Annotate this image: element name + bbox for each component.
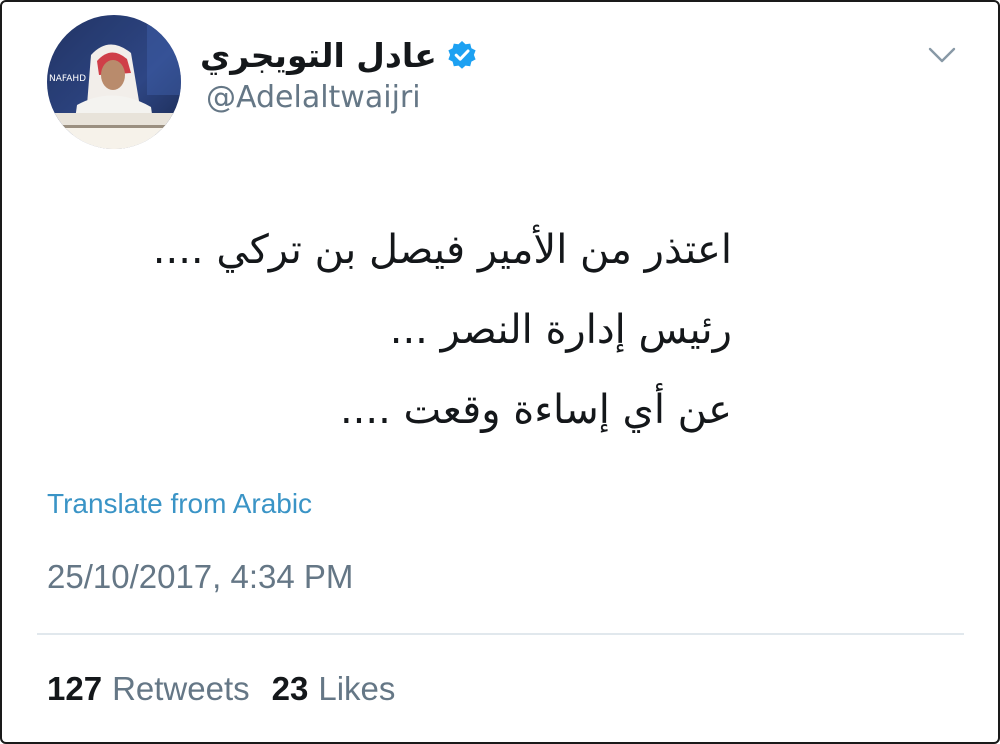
profile-photo-icon: NAFAHD	[47, 15, 181, 149]
avatar[interactable]: NAFAHD	[47, 15, 181, 149]
translate-link[interactable]: Translate from Arabic	[47, 488, 312, 520]
chevron-down-icon[interactable]	[928, 46, 956, 64]
divider	[37, 633, 964, 635]
retweets-count: 127	[47, 670, 103, 707]
author-name-row: عادل التويجري	[200, 30, 477, 80]
verified-badge-icon	[448, 41, 476, 69]
author-handle[interactable]: @Adelaltwaijri	[206, 80, 421, 115]
tweet-text-line: عن أي إساءة وقعت ....	[339, 387, 732, 433]
tweet-timestamp[interactable]: 25/10/2017, 4:34 PM	[47, 558, 353, 596]
retweets-label: Retweets	[112, 670, 250, 707]
tweet-text: اعتذر من الأمير فيصل بن تركي .... رئيس إ…	[42, 210, 732, 450]
likes-stat[interactable]: 23 Likes	[272, 670, 396, 707]
retweets-stat[interactable]: 127 Retweets	[47, 670, 250, 707]
tweet-card: NAFAHD عادل التويجري @Adelaltwaijri اعتذ…	[0, 0, 1000, 744]
tweet-text-line: رئيس إدارة النصر ...	[389, 307, 732, 353]
tweet-text-line: اعتذر من الأمير فيصل بن تركي ....	[152, 227, 732, 273]
engagement-stats: 127 Retweets 23 Likes	[47, 670, 395, 708]
likes-count: 23	[271, 670, 309, 707]
display-name[interactable]: عادل التويجري	[200, 36, 437, 75]
likes-label: Likes	[318, 670, 396, 707]
avatar-caption: NAFAHD	[49, 74, 86, 84]
